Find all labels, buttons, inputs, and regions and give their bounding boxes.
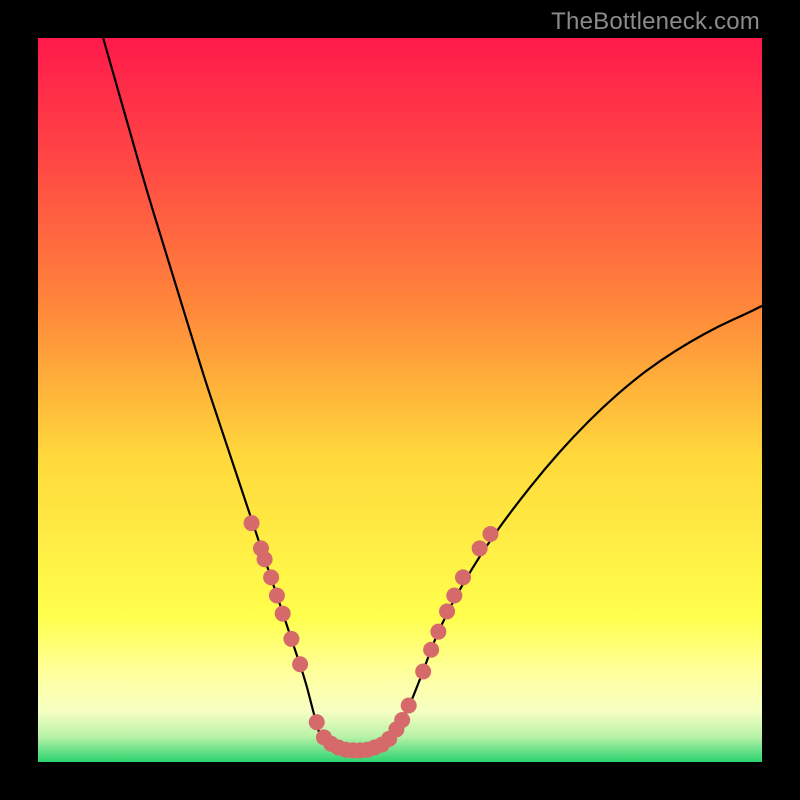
data-point-left-cluster bbox=[292, 656, 308, 672]
data-point-right-cluster bbox=[430, 624, 446, 640]
data-point-left-cluster bbox=[275, 606, 291, 622]
data-point-left-cluster bbox=[244, 515, 260, 531]
data-point-valley-cluster bbox=[394, 712, 410, 728]
curve-overlay bbox=[38, 38, 762, 762]
data-point-right-cluster bbox=[472, 540, 488, 556]
data-point-left-cluster bbox=[263, 569, 279, 585]
data-point-right-cluster bbox=[455, 569, 471, 585]
data-point-right-cluster bbox=[439, 603, 455, 619]
data-point-valley-cluster bbox=[309, 714, 325, 730]
data-point-right-cluster bbox=[423, 642, 439, 658]
chart-canvas: TheBottleneck.com bbox=[0, 0, 800, 800]
data-point-right-cluster bbox=[415, 664, 431, 680]
plot-area bbox=[38, 38, 762, 762]
data-point-right-cluster bbox=[483, 526, 499, 542]
watermark-text: TheBottleneck.com bbox=[551, 8, 760, 36]
data-point-valley-cluster bbox=[401, 698, 417, 714]
data-point-right-cluster bbox=[446, 587, 462, 603]
data-point-left-cluster bbox=[269, 587, 285, 603]
data-point-left-cluster bbox=[283, 631, 299, 647]
data-point-left-cluster bbox=[257, 551, 273, 567]
